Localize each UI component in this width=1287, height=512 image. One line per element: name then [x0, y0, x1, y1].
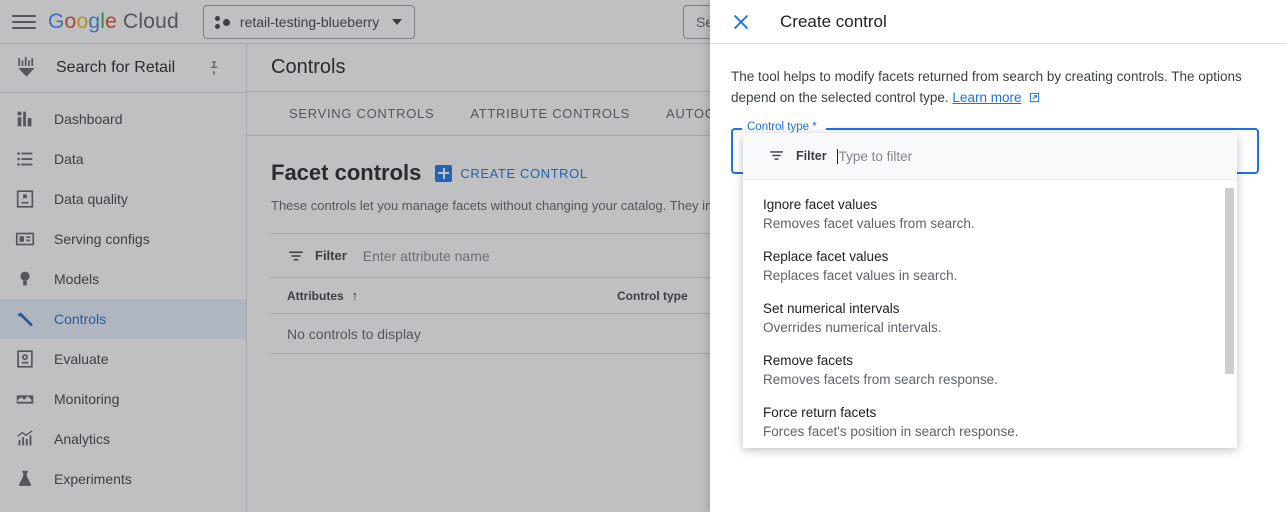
dropdown-option[interactable]: Set numerical intervals Overrides numeri…	[743, 293, 1237, 345]
filter-icon	[768, 147, 786, 165]
dropdown-filter-label: Filter	[796, 149, 827, 163]
dropdown-filter-row[interactable]: Filter Type to filter	[743, 133, 1237, 180]
control-type-dropdown: Filter Type to filter Ignore facet value…	[743, 133, 1237, 448]
dropdown-option-list: Ignore facet values Removes facet values…	[743, 180, 1237, 448]
control-type-label: Control type *	[744, 121, 820, 133]
panel-description: The tool helps to modify facets returned…	[731, 66, 1259, 108]
option-description: Forces facet's position in search respon…	[763, 422, 1217, 442]
dropdown-option[interactable]: Replace facet values Replaces facet valu…	[743, 241, 1237, 293]
dropdown-filter-input[interactable]: Type to filter	[837, 149, 913, 164]
option-description: Overrides numerical intervals.	[763, 318, 1217, 338]
option-title: Replace facet values	[763, 247, 1217, 266]
dropdown-option[interactable]: Remove facets Removes facets from search…	[743, 345, 1237, 397]
text-caret	[837, 149, 838, 164]
option-description: Replaces facet values in search.	[763, 266, 1217, 286]
dropdown-filter-placeholder: Type to filter	[839, 149, 913, 164]
dropdown-option[interactable]: Force return facets Forces facet's posit…	[743, 397, 1237, 448]
option-title: Ignore facet values	[763, 195, 1217, 214]
option-description: Removes facets from search response.	[763, 370, 1217, 390]
external-link-icon	[1029, 88, 1040, 99]
option-title: Force return facets	[763, 403, 1217, 422]
panel-header: Create control	[710, 0, 1287, 44]
create-control-panel: Create control The tool helps to modify …	[710, 0, 1287, 512]
app-root: Google Cloud retail-testing-blueberry Se	[0, 0, 1287, 512]
option-description: Removes facet values from search.	[763, 214, 1217, 234]
learn-more-link[interactable]: Learn more	[952, 90, 1021, 105]
option-title: Set numerical intervals	[763, 299, 1217, 318]
close-icon[interactable]	[730, 11, 752, 33]
option-title: Remove facets	[763, 351, 1217, 370]
dropdown-scrollbar-thumb[interactable]	[1225, 188, 1234, 374]
panel-title: Create control	[780, 12, 887, 32]
dropdown-option[interactable]: Ignore facet values Removes facet values…	[743, 189, 1237, 241]
